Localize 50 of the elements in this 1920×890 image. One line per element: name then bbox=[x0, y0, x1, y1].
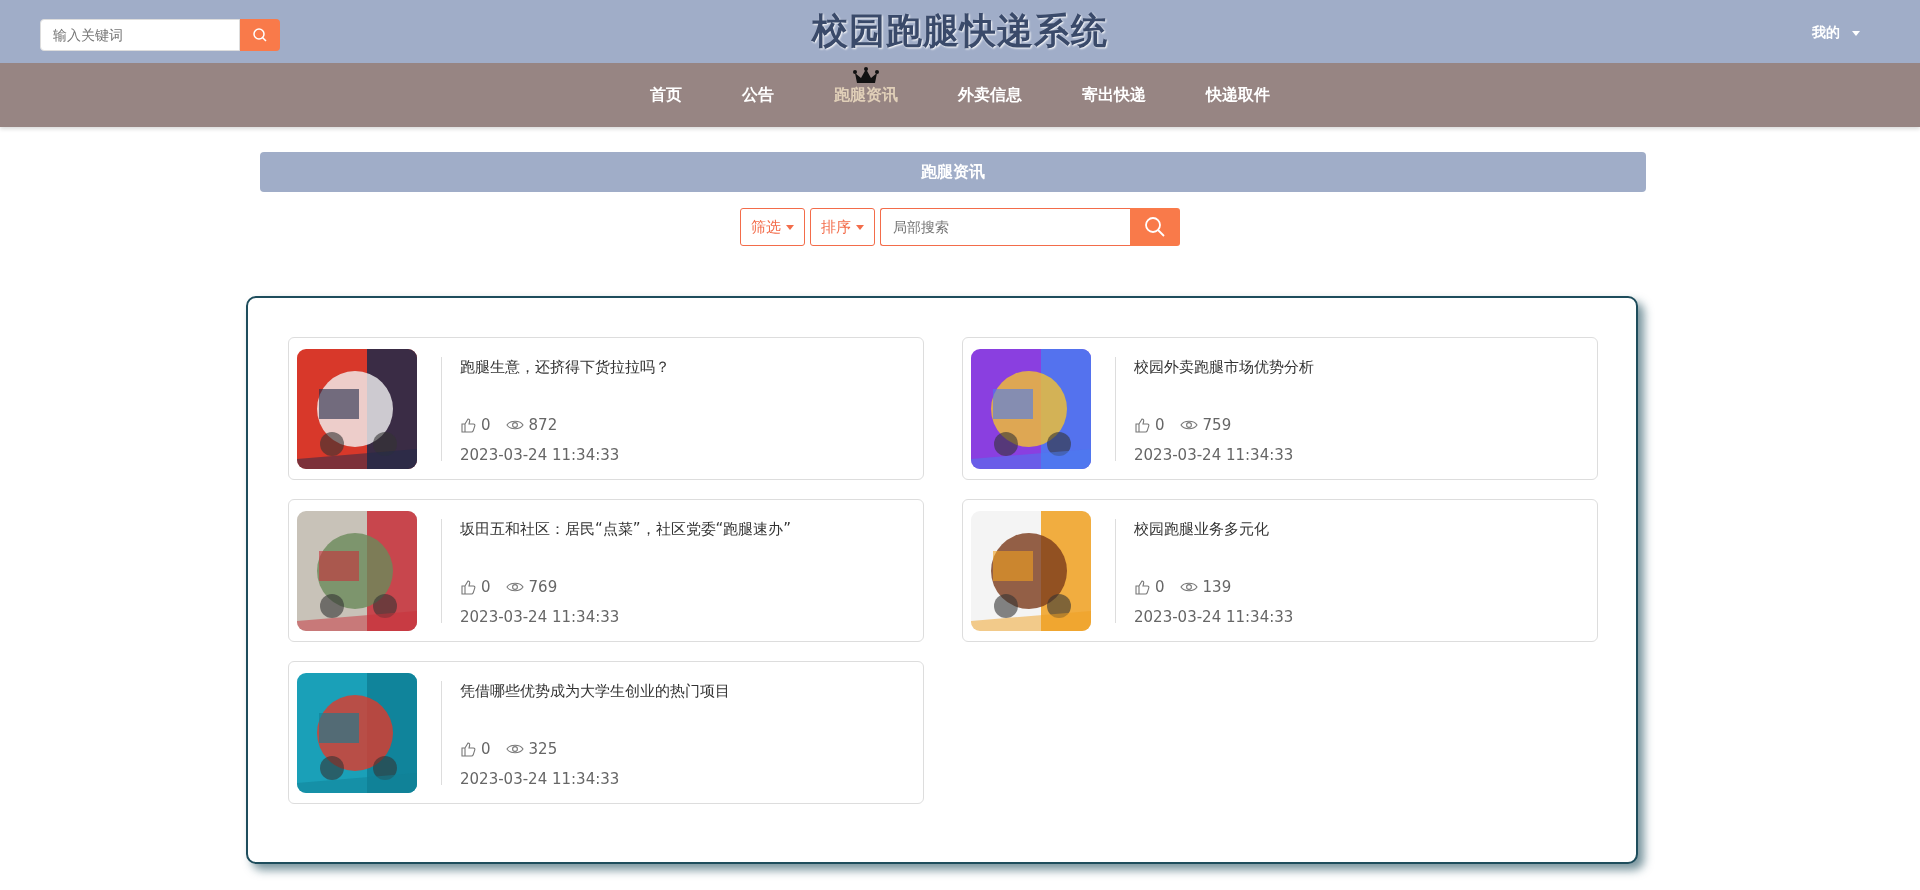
eye-icon bbox=[505, 742, 524, 755]
nav-tab[interactable]: 快递取件 bbox=[1176, 63, 1300, 127]
publish-date: 2023-03-24 11:34:33 bbox=[460, 607, 621, 626]
search-icon bbox=[1144, 216, 1166, 238]
like-count: 0 bbox=[481, 739, 491, 758]
nav-tab[interactable]: 外卖信息 bbox=[928, 63, 1052, 127]
view-count: 769 bbox=[528, 577, 558, 596]
publish-date: 2023-03-24 11:34:33 bbox=[460, 445, 621, 464]
thumbs-up-icon[interactable] bbox=[460, 416, 476, 433]
news-title[interactable]: 凭借哪些优势成为大学生创业的热门项目 bbox=[460, 681, 730, 701]
view-count: 139 bbox=[1202, 577, 1232, 596]
like-count: 0 bbox=[1155, 415, 1165, 434]
news-card[interactable]: 跑腿生意，还挤得下货拉拉吗？ 0 872 2023-03-24 11:34:33 bbox=[288, 337, 924, 480]
like-count: 0 bbox=[481, 577, 491, 596]
eye-icon bbox=[505, 580, 524, 593]
like-count: 0 bbox=[481, 415, 491, 434]
news-card[interactable]: 凭借哪些优势成为大学生创业的热门项目 0 325 2023-03-24 11:34:33 bbox=[288, 661, 924, 804]
thumbs-up-icon[interactable] bbox=[460, 740, 476, 757]
publish-date: 2023-03-24 11:34:33 bbox=[460, 769, 621, 788]
nav-tab[interactable]: 寄出快递 bbox=[1052, 63, 1176, 127]
thumbs-up-icon[interactable] bbox=[1134, 416, 1150, 433]
view-count: 759 bbox=[1202, 415, 1232, 434]
thumbs-up-icon[interactable] bbox=[460, 578, 476, 595]
like-count: 0 bbox=[1155, 577, 1165, 596]
search-icon bbox=[252, 27, 268, 43]
news-card[interactable]: 校园跑腿业务多元化 0 139 2023-03-24 11:34:33 bbox=[962, 499, 1598, 642]
news-card[interactable]: 坂田五和社区：居民“点菜”，社区党委“跑腿速办” 0 769 2023-03-24 11:34:33 bbox=[288, 499, 924, 642]
news-title[interactable]: 跑腿生意，还挤得下货拉拉吗？ bbox=[460, 357, 670, 377]
view-count: 325 bbox=[528, 739, 558, 758]
news-card[interactable]: 校园外卖跑腿市场优势分析 0 759 2023-03-24 11:34:33 bbox=[962, 337, 1598, 480]
eye-icon bbox=[505, 418, 524, 431]
caret-icon bbox=[1852, 30, 1860, 36]
search-button[interactable] bbox=[240, 19, 280, 51]
caret-icon bbox=[856, 224, 864, 230]
thumbs-up-icon[interactable] bbox=[1134, 578, 1150, 595]
news-title[interactable]: 校园外卖跑腿市场优势分析 bbox=[1134, 357, 1314, 377]
publish-date: 2023-03-24 11:34:33 bbox=[1134, 607, 1294, 626]
search-button[interactable] bbox=[1130, 208, 1180, 246]
view-count: 872 bbox=[528, 415, 558, 434]
eye-icon bbox=[1179, 418, 1198, 431]
news-title[interactable]: 坂田五和社区：居民“点菜”，社区党委“跑腿速办” bbox=[460, 519, 792, 539]
publish-date: 2023-03-24 11:34:33 bbox=[1134, 445, 1295, 464]
nav-tab[interactable]: 首页 bbox=[620, 63, 712, 127]
site-title: 校园跑腿快递系统 bbox=[812, 9, 1108, 53]
section-title: 跑腿资讯 bbox=[260, 152, 1646, 192]
crown-icon bbox=[853, 67, 879, 85]
eye-icon bbox=[1179, 580, 1198, 593]
nav-tab[interactable]: 公告 bbox=[712, 63, 804, 127]
caret-icon bbox=[786, 224, 794, 230]
news-title[interactable]: 校园跑腿业务多元化 bbox=[1134, 519, 1294, 539]
